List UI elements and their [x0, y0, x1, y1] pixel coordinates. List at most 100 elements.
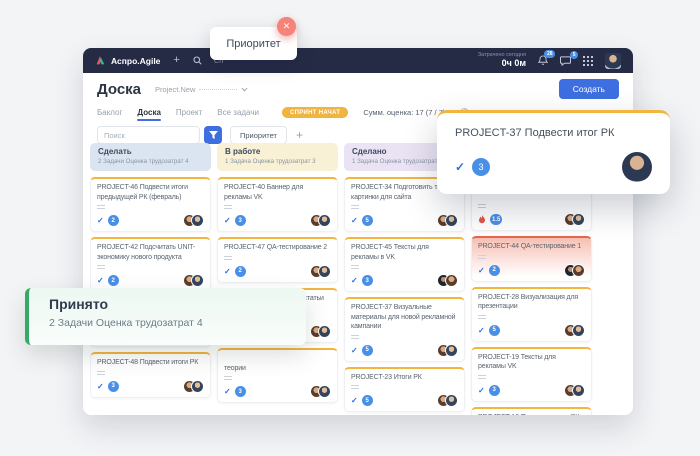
estimate-badge: 5	[489, 325, 500, 336]
assignee-avatar	[622, 152, 652, 182]
avatar	[572, 213, 585, 226]
avatar	[445, 214, 458, 227]
avatar	[572, 264, 585, 277]
check-icon: ✓	[97, 382, 104, 391]
check-icon: ✓	[97, 276, 104, 285]
funnel-icon	[209, 131, 218, 140]
description-icon	[351, 335, 359, 341]
messages-button[interactable]: 5	[560, 56, 571, 66]
search-input[interactable]	[97, 126, 200, 144]
close-icon[interactable]: ✕	[277, 17, 296, 36]
assignee-avatars	[310, 265, 331, 278]
description-icon	[97, 371, 105, 377]
description-icon	[97, 205, 105, 211]
task-title: PROJECT-47 QA-тестирование 2	[224, 243, 331, 253]
avatar	[445, 344, 458, 357]
check-icon: ✓	[351, 216, 358, 225]
estimate-badge: 2	[235, 266, 246, 277]
task-title: PROJECT-46 Подвести итоги предыдущей РК …	[97, 183, 204, 202]
create-button[interactable]: Создать	[559, 79, 619, 99]
project-selector[interactable]: Project.New	[155, 85, 248, 94]
task-card[interactable]: PROJECT-23 Итоги РК ✓ 5	[344, 367, 465, 413]
estimate-badge: 3	[362, 275, 373, 286]
check-icon: ✓	[351, 276, 358, 285]
avatar	[318, 265, 331, 278]
add-icon[interactable]: +	[173, 55, 179, 66]
tab-all-tasks[interactable]: Все задачи	[217, 108, 259, 117]
tab-backlog[interactable]: Баклог	[97, 108, 122, 117]
check-icon: ✓	[351, 396, 358, 405]
sprint-score: Сумм. оценка: 17 (7 / 7)	[363, 108, 445, 117]
task-card[interactable]: PROJECT-42 Подсчитать UNIT-экономику нов…	[90, 237, 211, 292]
description-icon	[351, 385, 359, 391]
check-icon: ✓	[224, 216, 231, 225]
accepted-title: Принято	[49, 296, 286, 312]
project-name: Project.New	[155, 85, 195, 94]
board-column: В работе1 Задача Оценка трудозатрат 3 PRO…	[217, 143, 338, 408]
messages-badge: 5	[570, 51, 578, 59]
task-card[interactable]: PROJECT-44 QA-тестирование 1✓2	[471, 236, 592, 282]
chat-icon	[560, 56, 571, 66]
task-card[interactable]: PROJECT-28 Визуализация для презентации ✓…	[471, 287, 592, 342]
app-window: Аспро.Agile + Сп Затрачено сегодня 0ч 0м…	[83, 48, 633, 415]
estimate-badge: 5	[362, 395, 373, 406]
task-title: PROJECT-28 Визуализация для презентации	[478, 293, 585, 312]
accepted-meta: 2 Задачи Оценка трудозатрат 4	[49, 317, 286, 329]
apps-grid-icon[interactable]	[583, 56, 593, 66]
avatar	[318, 214, 331, 227]
task-title: PROJECT-16 Подвести итоги РК	[478, 413, 585, 416]
column-header: В работе1 Задача Оценка трудозатрат 3	[217, 143, 338, 171]
add-filter-button[interactable]: +	[296, 129, 303, 141]
task-popup[interactable]: PROJECT-37 Подвести итог РК ✓ 3	[437, 110, 670, 194]
task-title: PROJECT-37 Визуальные материалы для ново…	[351, 303, 458, 332]
avatar	[191, 214, 204, 227]
priority-filter-button[interactable]: Приоритет	[230, 126, 287, 144]
estimate-badge: 3	[489, 385, 500, 396]
top-navbar: Аспро.Agile + Сп Затрачено сегодня 0ч 0м…	[83, 48, 633, 73]
check-icon: ✓	[478, 266, 485, 275]
task-title: PROJECT-23 Итоги РК	[351, 373, 458, 383]
tab-board[interactable]: Доска	[137, 108, 160, 117]
priority-tooltip-text: Приоритет	[226, 38, 280, 50]
check-icon: ✓	[455, 160, 465, 174]
task-card[interactable]: PROJECT-40 Баннер для рекламы VK✓3	[217, 177, 338, 232]
avatar	[318, 385, 331, 398]
assignee-avatars	[437, 274, 458, 287]
description-icon	[478, 204, 486, 210]
notifications-button[interactable]: 28	[538, 55, 548, 66]
description-icon	[351, 265, 359, 271]
assignee-avatars	[183, 214, 204, 227]
task-card[interactable]: PROJECT-37 Визуальные материалы для ново…	[344, 297, 465, 362]
estimate-badge: 5	[362, 345, 373, 356]
task-title: PROJECT-44 QA-тестирование 1	[478, 242, 585, 252]
search-icon[interactable]	[193, 56, 202, 65]
task-card[interactable]: PROJECT-45 Тексты для рекламы в VK ✓ 3	[344, 237, 465, 292]
description-icon	[224, 376, 232, 382]
task-card[interactable]: теории✓3	[217, 348, 338, 404]
chevron-down-icon	[241, 87, 248, 92]
user-avatar[interactable]	[605, 53, 621, 69]
task-card[interactable]: PROJECT-16 Подвести итоги РК	[471, 407, 592, 416]
task-card[interactable]: PROJECT-47 QA-тестирование 2✓2	[217, 237, 338, 283]
tab-project[interactable]: Проект	[176, 108, 202, 117]
board-column: Сделать2 Задачи Оценка трудозатрат 4PROJ…	[90, 143, 211, 403]
time-tracker: Затрачено сегодня 0ч 0м	[478, 52, 526, 69]
task-card[interactable]: PROJECT-48 Подвести итоги РК✓3	[90, 352, 211, 398]
task-card[interactable]: PROJECT-19 Тексты для рекламы VK✓3	[471, 347, 592, 402]
task-title: PROJECT-42 Подсчитать UNIT-экономику нов…	[97, 243, 204, 262]
check-icon: ✓	[478, 326, 485, 335]
assignee-avatars	[564, 384, 585, 397]
task-title: PROJECT-45 Тексты для рекламы в VK	[351, 243, 458, 262]
task-title: PROJECT-40 Баннер для рекламы VK	[224, 183, 331, 202]
description-icon	[224, 205, 232, 211]
estimate-badge: 2	[108, 275, 119, 286]
app-logo[interactable]: Аспро.Agile	[95, 55, 160, 66]
check-icon: ✓	[351, 346, 358, 355]
description-icon	[478, 375, 486, 381]
assignee-avatars	[564, 264, 585, 277]
sprint-status-badge: СПРИНТ НАЧАТ	[282, 107, 348, 118]
estimate-badge: 1.5	[490, 214, 502, 225]
task-card[interactable]: PROJECT-46 Подвести итоги предыдущей РК …	[90, 177, 211, 232]
filter-button[interactable]	[204, 126, 222, 144]
assignee-avatars	[437, 394, 458, 407]
